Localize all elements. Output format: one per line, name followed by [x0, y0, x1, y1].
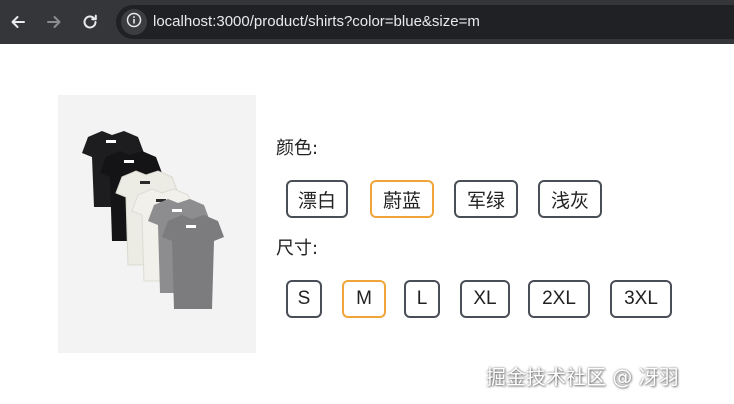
- size-label: 尺寸:: [276, 238, 319, 259]
- reload-button[interactable]: [78, 10, 102, 34]
- size-option-button[interactable]: 3XL: [610, 280, 672, 318]
- back-button[interactable]: [6, 10, 30, 34]
- forward-button[interactable]: [42, 10, 66, 34]
- size-option-button[interactable]: S: [286, 280, 322, 318]
- url-text[interactable]: localhost:3000/product/shirts?color=blue…: [153, 12, 480, 32]
- color-option-button[interactable]: 蔚蓝: [370, 180, 434, 218]
- size-option-button[interactable]: 2XL: [528, 280, 590, 318]
- color-option-button[interactable]: 漂白: [286, 180, 348, 218]
- tshirt-stack-image: [82, 131, 224, 309]
- site-info-button[interactable]: [121, 9, 147, 35]
- color-option-button[interactable]: 军绿: [454, 180, 518, 218]
- watermark-text: 掘金技术社区 @ 冴羽: [486, 365, 679, 389]
- browser-toolbar: localhost:3000/product/shirts?color=blue…: [0, 0, 734, 44]
- product-image: [58, 95, 256, 353]
- size-option-button[interactable]: M: [342, 280, 386, 318]
- info-icon: [126, 12, 142, 32]
- reload-icon: [81, 13, 99, 31]
- arrow-left-icon: [9, 13, 27, 31]
- color-option-button[interactable]: 浅灰: [538, 180, 602, 218]
- color-label: 颜色:: [276, 138, 319, 159]
- size-option-button[interactable]: L: [404, 280, 440, 318]
- size-option-button[interactable]: XL: [460, 280, 510, 318]
- arrow-right-icon: [45, 13, 63, 31]
